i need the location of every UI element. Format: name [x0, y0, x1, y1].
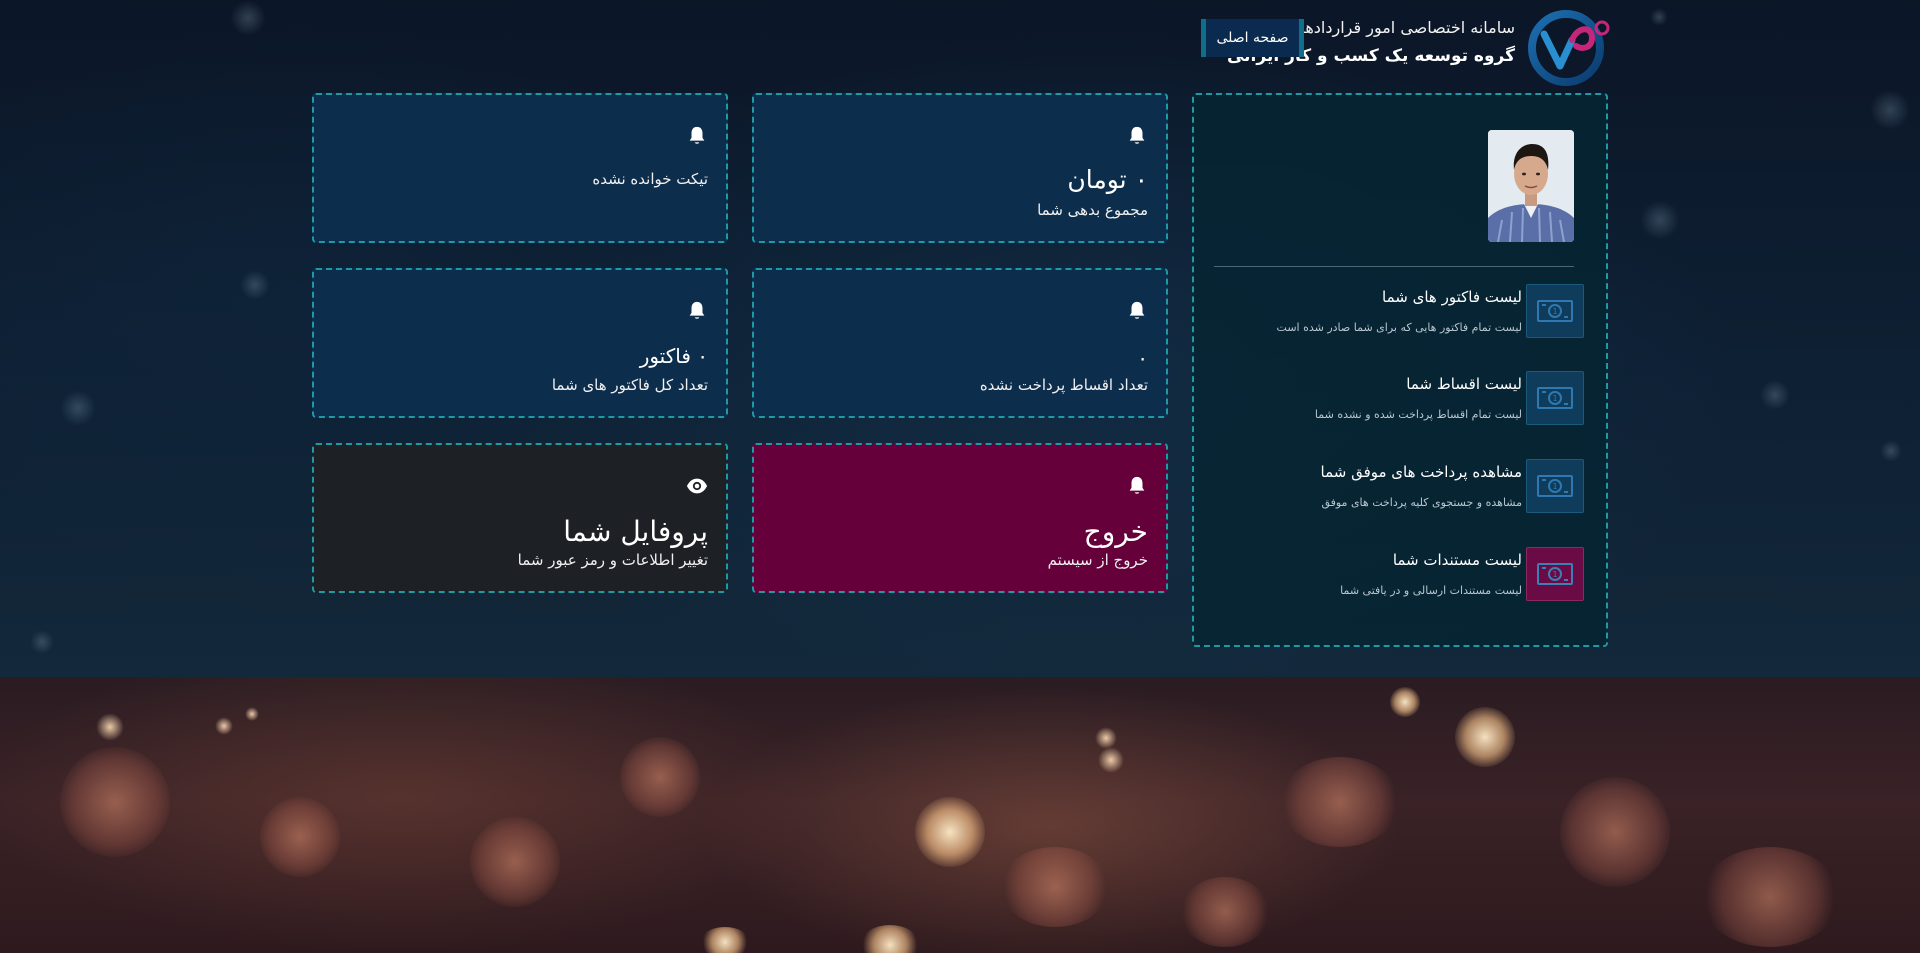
background-bokeh — [1700, 847, 1840, 947]
background-bokeh — [96, 713, 124, 741]
banknote-icon: 1 — [1526, 459, 1584, 513]
svg-text:1: 1 — [1552, 482, 1557, 491]
background-bokeh — [700, 927, 750, 953]
background-bokeh — [620, 737, 700, 817]
background-bokeh — [1095, 727, 1117, 749]
sidebar-item-description: لیست تمام اقساط پرداخت شده و نشده شما — [1314, 408, 1522, 421]
tickets-card[interactable]: تیکت خوانده نشده — [312, 93, 728, 243]
tickets-label: تیکت خوانده نشده — [592, 170, 708, 188]
eye-icon — [686, 478, 708, 494]
invoices-card[interactable]: ۰ فاکتور تعداد کل فاکتور های شما — [312, 268, 728, 418]
svg-text:1: 1 — [1552, 307, 1557, 316]
installments-card[interactable]: ۰ تعداد اقساط پرداخت نشده — [752, 268, 1168, 418]
sidebar-item-description: لیست تمام فاکتور هایی که برای شما صادر ش… — [1276, 321, 1522, 334]
background-bokeh — [245, 707, 259, 721]
background-bokeh — [240, 270, 270, 300]
avatar[interactable] — [1488, 130, 1574, 242]
background-bokeh — [1760, 380, 1790, 410]
svg-text:1: 1 — [1552, 570, 1557, 579]
sidebar-item-invoices[interactable]: 1 لیست فاکتور های شما لیست تمام فاکتور ه… — [1214, 284, 1584, 344]
sidebar-item-title: لیست اقساط شما — [1406, 375, 1522, 393]
sidebar-item-documents[interactable]: 1 لیست مستندات شما لیست مستندات ارسالی و… — [1214, 547, 1584, 607]
background-bokeh — [1000, 847, 1110, 927]
bell-icon — [689, 126, 705, 144]
bell-icon — [1129, 126, 1145, 144]
sidebar-item-installments[interactable]: 1 لیست اقساط شما لیست تمام اقساط پرداخت … — [1214, 371, 1584, 431]
svg-text:1: 1 — [1552, 394, 1557, 403]
sidebar-item-title: مشاهده پرداخت های موفق شما — [1320, 463, 1523, 481]
home-button[interactable]: صفحه اصلی — [1201, 19, 1304, 57]
background-bokeh — [1560, 777, 1670, 887]
user-sidebar: 1 لیست فاکتور های شما لیست تمام فاکتور ه… — [1192, 93, 1608, 647]
background-bokeh — [1880, 440, 1902, 462]
background-bokeh — [1870, 90, 1910, 130]
banknote-icon: 1 — [1526, 547, 1584, 601]
bell-icon — [1129, 476, 1145, 494]
debt-value: ۰ تومان — [1067, 165, 1148, 194]
sidebar-item-payments[interactable]: 1 مشاهده پرداخت های موفق شما مشاهده و جس… — [1214, 459, 1584, 519]
background-bokeh — [60, 747, 170, 857]
installments-value: ۰ — [1137, 346, 1148, 370]
background-bokeh — [30, 630, 54, 654]
sidebar-item-title: لیست فاکتور های شما — [1382, 288, 1522, 306]
brand-logo[interactable] — [1526, 8, 1616, 86]
sidebar-item-description: مشاهده و جستجوی کلیه پرداخت های موفق — [1321, 496, 1522, 509]
background-bokeh — [260, 797, 340, 877]
profile-title: پروفایل شما — [563, 515, 708, 548]
background-bokeh — [1640, 200, 1680, 240]
background-bokeh — [1650, 8, 1668, 26]
banknote-icon: 1 — [1526, 284, 1584, 338]
exit-card[interactable]: خروج خروج از سیستم — [752, 443, 1168, 593]
background-bokeh — [1180, 877, 1270, 947]
user-photo — [1488, 130, 1574, 242]
background-bokeh — [470, 817, 560, 907]
background-bokeh — [230, 0, 266, 36]
background-bokeh — [1390, 687, 1420, 717]
sidebar-item-description: لیست مستندات ارسالی و در یافتی شما — [1340, 584, 1522, 597]
page-background-bottom — [0, 677, 1920, 953]
installments-label: تعداد اقساط پرداخت نشده — [979, 376, 1148, 394]
background-bokeh — [1098, 747, 1124, 773]
debt-label: مجموع بدهی شما — [1037, 201, 1148, 219]
background-bokeh — [915, 797, 985, 867]
bell-icon — [1129, 301, 1145, 319]
brand-logo-icon — [1528, 10, 1610, 86]
invoices-label: تعداد کل فاکتور های شما — [551, 376, 708, 394]
background-bokeh — [215, 717, 233, 735]
exit-label: خروج از سیستم — [1047, 551, 1148, 569]
debt-card[interactable]: ۰ تومان مجموع بدهی شما — [752, 93, 1168, 243]
background-bokeh — [1280, 757, 1400, 847]
background-bokeh — [860, 925, 920, 953]
profile-label: تغییر اطلاعات و رمز عبور شما — [517, 551, 708, 569]
sidebar-item-title: لیست مستندات شما — [1392, 551, 1522, 569]
invoices-value: ۰ فاکتور — [639, 344, 708, 368]
profile-card[interactable]: پروفایل شما تغییر اطلاعات و رمز عبور شما — [312, 443, 728, 593]
background-bokeh — [60, 390, 96, 426]
background-bokeh — [1455, 707, 1515, 767]
exit-title: خروج — [1083, 515, 1148, 548]
sidebar-divider — [1214, 266, 1574, 267]
banknote-icon: 1 — [1526, 371, 1584, 425]
bell-icon — [689, 301, 705, 319]
